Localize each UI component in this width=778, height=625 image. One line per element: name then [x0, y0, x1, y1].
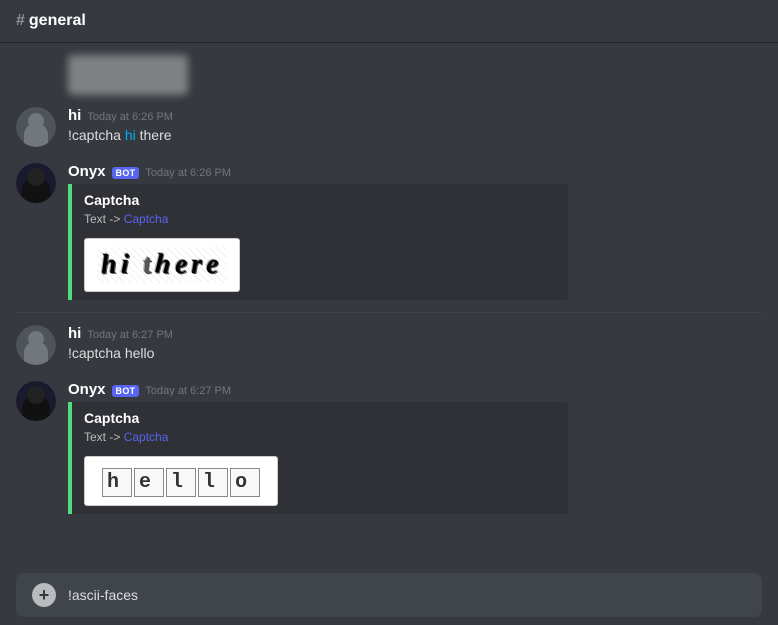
- user-avatar-onyx: [16, 381, 56, 421]
- username: hi: [68, 325, 81, 342]
- embed-title: Captcha: [84, 192, 556, 208]
- embed-field: Text -> Captcha: [84, 430, 556, 444]
- user-avatar-hi: [16, 325, 56, 365]
- avatar: [16, 381, 56, 421]
- captcha-char: l: [198, 468, 228, 497]
- user-avatar-onyx: [16, 163, 56, 203]
- channel-title: #general: [16, 12, 762, 30]
- timestamp: Today at 6:27 PM: [87, 329, 173, 341]
- message-group: hi Today at 6:27 PM !captcha hello: [0, 321, 778, 369]
- message-content: Onyx BOT Today at 6:26 PM Captcha Text -…: [68, 163, 762, 300]
- message-header: hi Today at 6:27 PM: [68, 325, 762, 342]
- add-attachment-button[interactable]: +: [32, 583, 56, 607]
- message-group: Onyx BOT Today at 6:27 PM Captcha Text -…: [0, 377, 778, 518]
- message-content: Onyx BOT Today at 6:27 PM Captcha Text -…: [68, 381, 762, 514]
- command-prefix: !captcha: [68, 345, 125, 361]
- message-divider: [16, 312, 762, 313]
- chat-input-area[interactable]: +: [16, 573, 762, 617]
- timestamp: Today at 6:26 PM: [145, 167, 231, 179]
- message-header: Onyx BOT Today at 6:27 PM: [68, 381, 762, 398]
- embed-card: Captcha Text -> Captcha hi there: [68, 184, 568, 300]
- captcha-char: r: [191, 249, 206, 281]
- chat-input[interactable]: [68, 587, 746, 603]
- user-avatar-hi: [16, 107, 56, 147]
- captcha-text-display: hello: [101, 465, 261, 497]
- captcha-text-display: hi there: [97, 247, 227, 283]
- captcha-char: l: [166, 468, 196, 497]
- channel-header: #general: [0, 0, 778, 43]
- captcha-char: i: [120, 249, 133, 281]
- timestamp: Today at 6:27 PM: [145, 385, 231, 397]
- embed-card: Captcha Text -> Captcha hello: [68, 402, 568, 514]
- captcha-image-2: hello: [84, 456, 278, 506]
- captcha-char: h: [154, 248, 176, 281]
- message-group: Onyx BOT Today at 6:26 PM Captcha Text -…: [0, 159, 778, 304]
- message-content: hi Today at 6:26 PM !captcha hi there: [68, 107, 762, 146]
- username: Onyx: [68, 381, 106, 398]
- captcha-image-1: hi there: [84, 238, 240, 292]
- message-content: hi Today at 6:27 PM !captcha hello: [68, 325, 762, 364]
- command-arg: hello: [125, 345, 155, 361]
- message-header: hi Today at 6:26 PM: [68, 107, 762, 124]
- message-text: !captcha hello: [68, 344, 762, 364]
- blurred-attachment: [68, 55, 188, 95]
- username: hi: [68, 107, 81, 124]
- channel-name: general: [29, 12, 86, 29]
- avatar: [16, 163, 56, 203]
- top-attachment: [0, 51, 778, 103]
- timestamp: Today at 6:26 PM: [87, 111, 173, 123]
- embed-field-highlight: Captcha: [124, 430, 169, 444]
- embed-title: Captcha: [84, 410, 556, 426]
- username: Onyx: [68, 163, 106, 180]
- message-text: !captcha hi there: [68, 126, 762, 146]
- messages-area: hi Today at 6:26 PM !captcha hi there On…: [0, 43, 778, 565]
- captcha-char: o: [230, 468, 260, 497]
- captcha-char: h: [100, 249, 121, 282]
- message-header: Onyx BOT Today at 6:26 PM: [68, 163, 762, 180]
- embed-field-highlight: Captcha: [124, 212, 169, 226]
- command-prefix: !captcha: [68, 127, 125, 143]
- avatar: [16, 107, 56, 147]
- captcha-char: h: [102, 468, 132, 497]
- command-arg-rest: there: [136, 127, 172, 143]
- avatar: [16, 325, 56, 365]
- bot-badge: BOT: [112, 167, 140, 179]
- command-arg-highlight: hi: [125, 127, 136, 143]
- embed-field: Text -> Captcha: [84, 212, 556, 226]
- captcha-char: e: [206, 249, 223, 281]
- captcha-char: e: [174, 249, 192, 282]
- message-group: hi Today at 6:26 PM !captcha hi there: [0, 103, 778, 151]
- channel-hash: #: [16, 12, 25, 29]
- captcha-char: e: [134, 468, 164, 497]
- bot-badge: BOT: [112, 385, 140, 397]
